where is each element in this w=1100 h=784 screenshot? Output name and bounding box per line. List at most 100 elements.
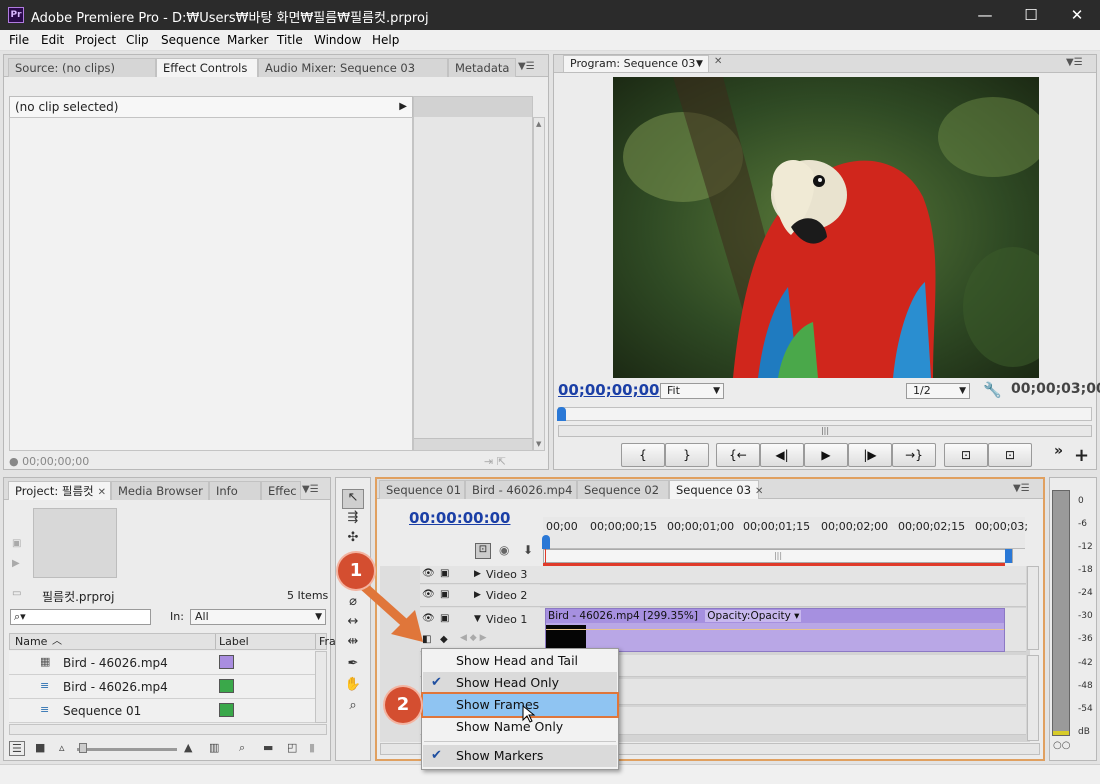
mark-out-button[interactable]: }	[665, 443, 709, 467]
sort-ascending-icon[interactable]: ︿	[52, 634, 62, 649]
wrench-icon[interactable]: 🔧	[983, 381, 1002, 399]
work-area-bar[interactable]: |||	[543, 549, 1013, 563]
menu-edit[interactable]: Edit	[41, 33, 64, 47]
tab-bird-clip[interactable]: Bird - 46026.mp4	[465, 480, 577, 499]
hand-tool-icon[interactable]: ✋	[342, 677, 364, 697]
project-horizontal-scrollbar[interactable]	[9, 724, 327, 735]
pen-tool-icon[interactable]: ✒	[342, 656, 364, 676]
effect-vertical-scrollbar[interactable]: ▲ ▼	[533, 117, 545, 451]
project-row[interactable]: ≡ Sequence 01	[9, 699, 315, 723]
zoom-slider[interactable]	[77, 748, 177, 751]
set-encore-marker-icon[interactable]: ◉	[499, 543, 509, 557]
expand-triangle-icon[interactable]: ▶	[474, 590, 481, 600]
menu-project[interactable]: Project	[75, 33, 116, 47]
list-view-icon[interactable]: ☰	[9, 741, 25, 756]
project-vertical-scrollbar[interactable]	[315, 651, 327, 723]
close-icon[interactable]: ✕	[98, 487, 106, 498]
export-frame-icon[interactable]: ⇥ ⇱	[484, 455, 506, 468]
menu-window[interactable]: Window	[314, 33, 361, 47]
go-to-out-button[interactable]: →}	[892, 443, 936, 467]
snap-icon[interactable]: ⊡	[475, 543, 491, 559]
menu-item-show-markers[interactable]: ✔ Show Markers	[423, 745, 617, 767]
zoom-out-icon[interactable]: ▵	[59, 741, 65, 754]
tab-source[interactable]: Source: (no clips)	[8, 58, 156, 77]
work-area-end-icon[interactable]	[1005, 549, 1012, 563]
menu-item-show-name-only[interactable]: Show Name Only	[423, 716, 617, 738]
track-select-tool-icon[interactable]: ⇶	[342, 510, 364, 530]
zoom-tool-icon[interactable]: ⌕	[342, 698, 364, 718]
scroll-down-icon[interactable]: ▼	[536, 440, 541, 448]
expand-triangle-icon[interactable]: ▶	[474, 569, 481, 579]
program-close-icon[interactable]: ✕	[714, 56, 722, 67]
timeline-timecode[interactable]: 00:00:00:00	[409, 509, 511, 527]
clip-bird[interactable]: Bird - 46026.mp4 [299.35%] Opacity:Opaci…	[545, 608, 1005, 652]
timeline-playhead-icon[interactable]	[542, 535, 550, 549]
column-frame-rate[interactable]: Fra	[315, 634, 336, 649]
zoom-in-icon[interactable]: ▲	[184, 741, 192, 754]
step-back-button[interactable]: ◀|	[760, 443, 804, 467]
opacity-rubber-band[interactable]	[546, 629, 1004, 630]
maximize-button[interactable]: ☐	[1008, 0, 1054, 30]
tab-media-browser[interactable]: Media Browser	[111, 481, 209, 500]
tab-sequence-03[interactable]: Sequence 03 ✕	[669, 480, 763, 499]
playhead-icon[interactable]	[557, 407, 566, 421]
track-video-2[interactable]: 👁 ▣ ▶ Video 2	[420, 585, 1026, 607]
clip-effect-dropdown[interactable]: Opacity:Opacity ▾	[705, 610, 802, 622]
minimize-button[interactable]: —	[962, 0, 1008, 30]
program-dropdown-icon[interactable]: ▼	[696, 56, 703, 72]
play-triangle-icon[interactable]: ▶	[399, 97, 407, 117]
meter-solo-icon[interactable]: ○○	[1053, 740, 1070, 751]
automate-icon[interactable]: ▥	[209, 741, 219, 754]
menu-item-show-head-and-tail[interactable]: Show Head and Tail	[423, 650, 617, 672]
find-icon[interactable]: ⌕	[239, 741, 245, 755]
tab-project[interactable]: Project: 필름컷 ✕	[8, 481, 111, 500]
tab-effect-controls[interactable]: Effect Controls	[156, 58, 258, 77]
collapse-triangle-icon[interactable]: ▼	[474, 614, 481, 624]
new-bin-icon[interactable]: ▬	[263, 741, 273, 754]
program-panel-menu-icon[interactable]: ▼☰	[1066, 57, 1083, 68]
set-marker-icon[interactable]: ⬇	[523, 543, 533, 557]
lift-button[interactable]: ⊡	[944, 443, 988, 467]
mark-in-button[interactable]: {	[621, 443, 665, 467]
trash-icon[interactable]: ▮	[309, 741, 315, 754]
timeline-ruler[interactable]: 00;00 00;00;00;15 00;00;01;00 00;00;01;1…	[543, 517, 1028, 549]
scroll-up-icon[interactable]: ▲	[536, 120, 541, 128]
program-zoom-scrollbar[interactable]: |||	[558, 425, 1092, 437]
selection-tool-icon[interactable]: ↖	[342, 489, 364, 509]
column-label[interactable]: Label	[215, 634, 249, 649]
menu-help[interactable]: Help	[372, 33, 399, 47]
close-button[interactable]: ✕	[1054, 0, 1100, 30]
icon-view-icon[interactable]: ■	[35, 741, 45, 754]
sync-lock-icon[interactable]: ▣	[440, 589, 449, 600]
track-video-3[interactable]: 👁 ▣ ▶ Video 3	[420, 566, 1026, 584]
effect-timeline-scrollbar[interactable]	[414, 438, 532, 450]
go-to-in-button[interactable]: {←	[716, 443, 760, 467]
video-tracks-scrollbar[interactable]	[1027, 566, 1039, 650]
audio-tracks-scrollbar[interactable]	[1027, 655, 1039, 741]
project-row[interactable]: ≡ Bird - 46026.mp4	[9, 675, 315, 699]
add-button-icon[interactable]: +	[1074, 447, 1089, 465]
close-icon[interactable]: ✕	[755, 486, 763, 497]
tab-metadata[interactable]: Metadata	[448, 58, 516, 77]
menu-clip[interactable]: Clip	[126, 33, 149, 47]
keyframe-icon[interactable]: ◆	[440, 634, 448, 645]
menu-item-show-frames[interactable]: Show Frames	[421, 692, 619, 718]
project-search-input[interactable]: ⌕▾	[10, 609, 151, 625]
keyframe-nav-icon[interactable]: ◀ ◆ ▶	[460, 633, 487, 643]
sync-lock-icon[interactable]: ▣	[440, 613, 449, 624]
extract-button[interactable]: ⊡	[988, 443, 1032, 467]
zoom-slider-handle[interactable]	[79, 743, 87, 753]
resolution-dropdown[interactable]: 1/2 ▼	[906, 383, 970, 399]
menu-item-show-head-only[interactable]: ✔ Show Head Only	[423, 672, 617, 694]
tab-effects[interactable]: Effec	[261, 481, 301, 500]
menu-title[interactable]: Title	[277, 33, 303, 47]
in-filter-dropdown[interactable]: All ▼	[190, 609, 326, 625]
fit-dropdown[interactable]: Fit ▼	[660, 383, 724, 399]
panel-menu-icon[interactable]: ▼☰	[518, 61, 535, 72]
project-row[interactable]: ▦ Bird - 46026.mp4	[9, 651, 315, 675]
timeline-panel-menu-icon[interactable]: ▼☰	[1013, 483, 1030, 494]
column-name[interactable]: Name	[15, 634, 47, 649]
new-item-icon[interactable]: ◰	[287, 741, 297, 754]
program-current-timecode[interactable]: 00;00;00;00	[558, 381, 660, 399]
tab-sequence-02[interactable]: Sequence 02	[577, 480, 669, 499]
